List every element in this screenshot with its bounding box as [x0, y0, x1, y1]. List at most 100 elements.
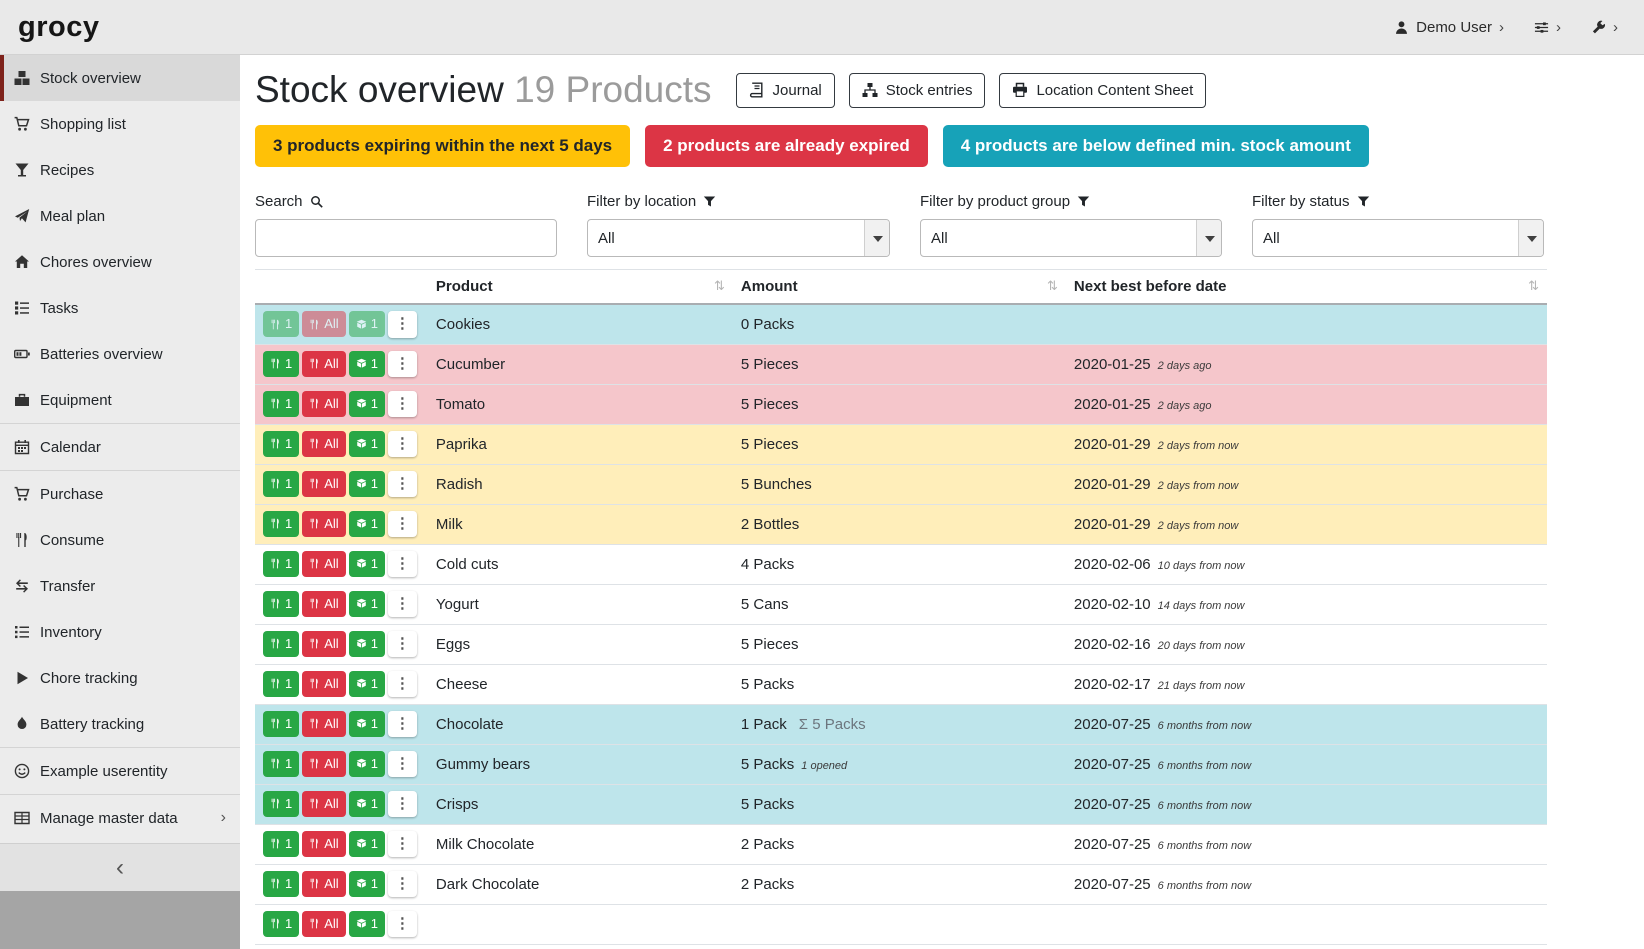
- row-menu-button[interactable]: ⋮: [388, 831, 417, 858]
- consume-one-button[interactable]: 1: [263, 511, 299, 537]
- sidebar-item-chores-overview[interactable]: Chores overview: [0, 239, 240, 285]
- open-one-button[interactable]: 1: [349, 551, 385, 577]
- consume-one-button[interactable]: 1: [263, 591, 299, 617]
- consume-all-button[interactable]: All: [302, 511, 345, 537]
- user-menu[interactable]: Demo User ›: [1394, 19, 1504, 36]
- product-group-filter-select[interactable]: All: [920, 219, 1222, 257]
- consume-all-button[interactable]: All: [302, 871, 345, 897]
- settings-menu[interactable]: ›: [1534, 19, 1561, 36]
- row-menu-button[interactable]: ⋮: [388, 671, 417, 698]
- consume-all-button[interactable]: All: [302, 831, 345, 857]
- sidebar-collapse-button[interactable]: ‹: [0, 843, 240, 891]
- open-one-button[interactable]: 1: [349, 511, 385, 537]
- column-header-next-best-before-date[interactable]: Next best before date ⇅: [1066, 270, 1547, 305]
- consume-all-button[interactable]: All: [302, 391, 345, 417]
- consume-one-button[interactable]: 1: [263, 311, 299, 337]
- danger-banner[interactable]: 2 products are already expired: [645, 125, 928, 167]
- consume-one-button[interactable]: 1: [263, 751, 299, 777]
- info-banner[interactable]: 4 products are below defined min. stock …: [943, 125, 1369, 167]
- search-input[interactable]: [255, 219, 557, 257]
- open-one-button[interactable]: 1: [349, 471, 385, 497]
- row-menu-button[interactable]: ⋮: [388, 351, 417, 378]
- open-one-button[interactable]: 1: [349, 791, 385, 817]
- sidebar-item-meal-plan[interactable]: Meal plan: [0, 193, 240, 239]
- sidebar-item-tasks[interactable]: Tasks: [0, 285, 240, 331]
- open-one-button[interactable]: 1: [349, 751, 385, 777]
- sidebar-item-inventory[interactable]: Inventory: [0, 609, 240, 655]
- sidebar-item-transfer[interactable]: Transfer: [0, 563, 240, 609]
- consume-one-button[interactable]: 1: [263, 871, 299, 897]
- row-menu-button[interactable]: ⋮: [388, 471, 417, 498]
- consume-one-button[interactable]: 1: [263, 911, 299, 937]
- row-menu-button[interactable]: ⋮: [388, 551, 417, 578]
- row-menu-button[interactable]: ⋮: [388, 391, 417, 418]
- consume-all-button[interactable]: All: [302, 591, 345, 617]
- consume-one-button[interactable]: 1: [263, 471, 299, 497]
- open-one-button[interactable]: 1: [349, 431, 385, 457]
- sidebar-item-batteries-overview[interactable]: Batteries overview: [0, 331, 240, 377]
- column-header-amount[interactable]: Amount ⇅: [733, 270, 1066, 305]
- sidebar-item-stock-overview[interactable]: Stock overview: [0, 55, 240, 101]
- row-menu-button[interactable]: ⋮: [388, 751, 417, 778]
- row-menu-button[interactable]: ⋮: [388, 711, 417, 738]
- column-header-product[interactable]: Product ⇅: [428, 270, 733, 305]
- location-filter-select[interactable]: All: [587, 219, 890, 257]
- consume-all-button[interactable]: All: [302, 631, 345, 657]
- app-logo[interactable]: grocy: [18, 11, 99, 44]
- row-menu-button[interactable]: ⋮: [388, 591, 417, 618]
- open-one-button[interactable]: 1: [349, 591, 385, 617]
- consume-all-button[interactable]: All: [302, 311, 345, 337]
- open-one-button[interactable]: 1: [349, 391, 385, 417]
- open-one-button[interactable]: 1: [349, 711, 385, 737]
- consume-one-button[interactable]: 1: [263, 791, 299, 817]
- open-one-button[interactable]: 1: [349, 871, 385, 897]
- consume-one-button[interactable]: 1: [263, 391, 299, 417]
- admin-menu[interactable]: ›: [1591, 19, 1618, 36]
- row-menu-button[interactable]: ⋮: [388, 511, 417, 538]
- consume-one-button[interactable]: 1: [263, 351, 299, 377]
- sidebar-item-chore-tracking[interactable]: Chore tracking: [0, 655, 240, 701]
- open-one-button[interactable]: 1: [349, 351, 385, 377]
- kebab-icon: ⋮: [395, 356, 410, 373]
- consume-all-button[interactable]: All: [302, 351, 345, 377]
- sidebar-item-battery-tracking[interactable]: Battery tracking: [0, 701, 240, 747]
- open-one-button[interactable]: 1: [349, 671, 385, 697]
- sidebar-item-calendar[interactable]: Calendar: [0, 424, 240, 470]
- sidebar-item-recipes[interactable]: Recipes: [0, 147, 240, 193]
- row-menu-button[interactable]: ⋮: [388, 871, 417, 898]
- row-menu-button[interactable]: ⋮: [388, 431, 417, 458]
- sidebar-item-manage-master-data[interactable]: Manage master data›: [0, 795, 240, 841]
- consume-one-button[interactable]: 1: [263, 631, 299, 657]
- consume-all-button[interactable]: All: [302, 911, 345, 937]
- row-menu-button[interactable]: ⋮: [388, 631, 417, 658]
- sidebar-item-equipment[interactable]: Equipment: [0, 377, 240, 423]
- open-one-button[interactable]: 1: [349, 311, 385, 337]
- consume-all-button[interactable]: All: [302, 711, 345, 737]
- consume-one-button[interactable]: 1: [263, 431, 299, 457]
- consume-all-button[interactable]: All: [302, 471, 345, 497]
- status-filter-select[interactable]: All: [1252, 219, 1544, 257]
- consume-all-button[interactable]: All: [302, 551, 345, 577]
- sidebar-item-purchase[interactable]: Purchase: [0, 471, 240, 517]
- consume-all-button[interactable]: All: [302, 671, 345, 697]
- sidebar-item-consume[interactable]: Consume: [0, 517, 240, 563]
- consume-all-button[interactable]: All: [302, 791, 345, 817]
- consume-one-button[interactable]: 1: [263, 671, 299, 697]
- consume-one-button[interactable]: 1: [263, 831, 299, 857]
- open-one-button[interactable]: 1: [349, 911, 385, 937]
- journal-button[interactable]: Journal: [736, 73, 835, 108]
- sidebar-item-shopping-list[interactable]: Shopping list: [0, 101, 240, 147]
- row-menu-button[interactable]: ⋮: [388, 311, 417, 338]
- open-one-button[interactable]: 1: [349, 831, 385, 857]
- row-menu-button[interactable]: ⋮: [388, 911, 417, 938]
- consume-one-button[interactable]: 1: [263, 551, 299, 577]
- sidebar-item-example-userentity[interactable]: Example userentity: [0, 748, 240, 794]
- location-content-sheet-button[interactable]: Location Content Sheet: [999, 73, 1206, 108]
- consume-all-button[interactable]: All: [302, 751, 345, 777]
- row-menu-button[interactable]: ⋮: [388, 791, 417, 818]
- stock-entries-button[interactable]: Stock entries: [849, 73, 986, 108]
- open-one-button[interactable]: 1: [349, 631, 385, 657]
- consume-one-button[interactable]: 1: [263, 711, 299, 737]
- consume-all-button[interactable]: All: [302, 431, 345, 457]
- warning-banner[interactable]: 3 products expiring within the next 5 da…: [255, 125, 630, 167]
